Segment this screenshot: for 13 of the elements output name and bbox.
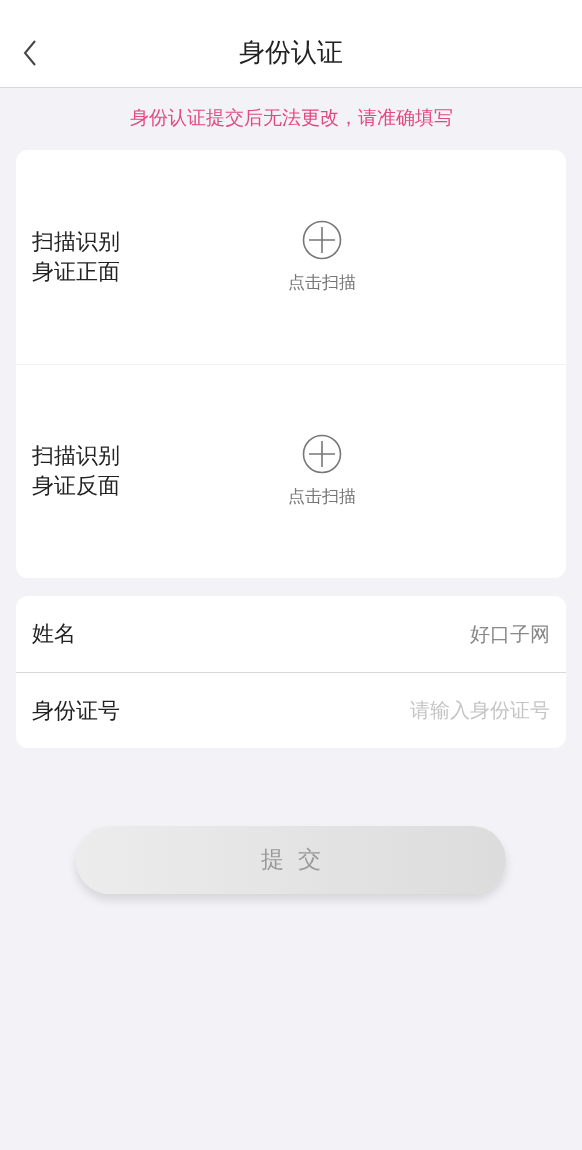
scan-button[interactable]: 点击扫描 — [288, 219, 356, 296]
field-label: 姓名 — [32, 620, 76, 648]
back-icon — [23, 40, 37, 66]
field-label: 身份证号 — [32, 696, 120, 725]
scan-button[interactable]: 点击扫描 — [288, 434, 356, 510]
input-field[interactable]: 好口子网 — [250, 618, 550, 649]
scan-label: 扫描识别 身证正面 — [31, 227, 121, 286]
input-field[interactable]: 请输入身份证号 — [250, 695, 550, 725]
scan-label: 扫描识别 身证反面 — [31, 442, 121, 500]
page-title: 身份认证 — [239, 36, 343, 69]
plus-circle-icon — [302, 434, 342, 475]
plus-circle-icon — [302, 219, 342, 260]
notice-text: 身份认证提交后无法更改，请准确填写 — [129, 106, 453, 130]
